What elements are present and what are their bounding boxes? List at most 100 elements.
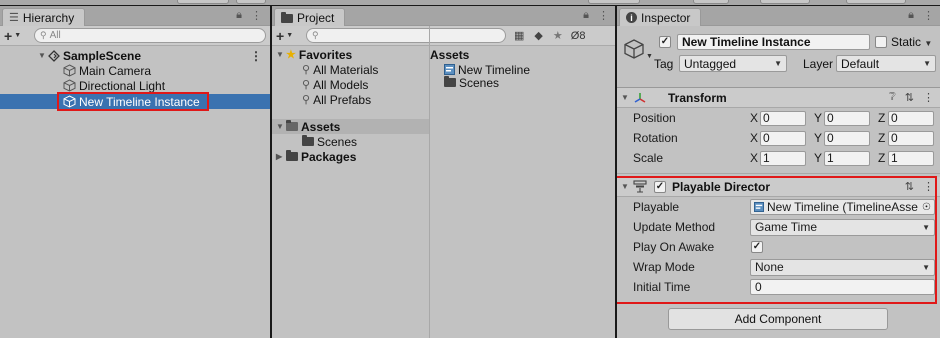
transform-header[interactable]: ▼ Transform ❔︎ ⇅ ⋮	[617, 88, 940, 108]
assets-pane-title-text: Assets	[430, 47, 470, 62]
favorites-item[interactable]: ⚲ All Models	[272, 77, 429, 92]
create-button[interactable]: + ▼	[276, 28, 298, 44]
expand-arrow-icon[interactable]: ▼	[276, 50, 286, 59]
layer-value: Default	[841, 56, 880, 71]
tab-project-label: Project	[297, 10, 335, 25]
project-search-input[interactable]: ⚲	[306, 28, 506, 43]
tab-project[interactable]: Project	[274, 8, 346, 26]
assets-tree-child[interactable]: Scenes	[272, 134, 429, 149]
favorites-row[interactable]: ▼ ★ Favorites	[272, 47, 429, 62]
kebab-menu-icon[interactable]: ⋮	[251, 9, 262, 22]
rotation-y-field[interactable]: 0	[824, 130, 870, 146]
hierarchy-search-input[interactable]: ⚲ All	[34, 28, 266, 43]
favorites-label: Favorites	[298, 47, 353, 62]
hierarchy-item-directional-light[interactable]: Directional Light	[0, 78, 270, 93]
assets-tree-row[interactable]: ▼ Assets	[272, 119, 429, 134]
scene-menu-icon[interactable]: ⋮	[250, 49, 262, 63]
tag-dropdown[interactable]: Untagged ▼	[679, 55, 787, 72]
highlight-box	[57, 92, 209, 111]
x-axis-label[interactable]: X	[750, 151, 760, 165]
scene-row[interactable]: ▼ SampleScene ⋮	[0, 48, 270, 63]
expand-arrow-icon[interactable]: ▼	[276, 122, 286, 131]
expand-arrow-icon[interactable]: ▼	[621, 93, 631, 102]
create-button[interactable]: + ▼	[4, 28, 26, 44]
active-checkbox[interactable]: ✓	[659, 36, 671, 48]
z-axis-label[interactable]: Z	[878, 111, 888, 125]
search-icon: ⚲	[40, 30, 47, 40]
x-axis-label[interactable]: X	[750, 131, 760, 145]
assets-tree-label: Assets	[301, 119, 341, 134]
z-axis-label[interactable]: Z	[878, 151, 888, 165]
prop-label: Scale	[633, 151, 664, 165]
favorites-item[interactable]: ⚲ All Prefabs	[272, 92, 429, 107]
add-component-label: Add Component	[734, 312, 822, 326]
transform-axes-icon	[633, 91, 647, 105]
rotation-z-field[interactable]: 0	[888, 130, 934, 146]
favorites-item-label: All Models	[313, 77, 369, 92]
assets-pane: Assets New Timeline Scenes	[430, 47, 615, 90]
position-y-field[interactable]: 0	[824, 110, 870, 126]
scene-name: SampleScene	[63, 48, 142, 63]
tab-hierarchy[interactable]: ☰ Hierarchy	[2, 8, 86, 26]
asset-item-label: Scenes	[459, 75, 500, 90]
static-checkbox[interactable]	[875, 36, 887, 48]
add-component-button[interactable]: Add Component	[668, 308, 888, 330]
kebab-menu-icon[interactable]: ⋮	[923, 9, 934, 22]
scale-y-field[interactable]: 1	[824, 150, 870, 166]
toolbar-button[interactable]	[846, 0, 906, 4]
search-by-label-icon[interactable]: ◆	[534, 29, 542, 42]
object-name-field[interactable]: New Timeline Instance	[677, 34, 870, 50]
favorites-item-label: All Materials	[313, 62, 379, 77]
x-axis-label[interactable]: X	[750, 111, 760, 125]
presets-icon[interactable]: ⇅	[905, 91, 914, 104]
rotation-x-field[interactable]: 0	[760, 130, 806, 146]
hierarchy-item-main-camera[interactable]: Main Camera	[0, 63, 270, 78]
toolbar-button[interactable]	[236, 0, 266, 4]
favorite-star-icon[interactable]: ★	[553, 29, 563, 42]
search-by-type-icon[interactable]: ▦	[514, 29, 524, 42]
kebab-menu-icon[interactable]: ⋮	[598, 9, 609, 22]
expand-arrow-icon[interactable]: ▼	[38, 51, 48, 60]
hierarchy-item-new-timeline-instance[interactable]: New Timeline Instance	[0, 92, 270, 111]
tab-inspector[interactable]: i Inspector	[619, 8, 702, 26]
gameobject-cube-icon	[623, 38, 645, 63]
z-axis-label[interactable]: Z	[878, 131, 888, 145]
position-x-field[interactable]: 0	[760, 110, 806, 126]
highlight-box	[617, 176, 937, 304]
transform-row-position: Position X 0 Y 0 Z 0	[617, 108, 940, 128]
packages-row[interactable]: ▶ Packages	[272, 149, 429, 164]
static-label: Static	[891, 35, 922, 49]
chevron-down-icon: ▼	[923, 59, 931, 68]
layer-dropdown[interactable]: Default ▼	[836, 55, 936, 72]
gameobject-cube-icon	[63, 64, 76, 77]
hierarchy-list-icon: ☰	[9, 12, 19, 24]
hidden-packages-toggle[interactable]: Ø8	[571, 30, 586, 42]
position-z-field[interactable]: 0	[888, 110, 934, 126]
toolbar-button[interactable]	[760, 0, 810, 4]
favorites-item[interactable]: ⚲ All Materials	[272, 62, 429, 77]
assets-tree-child-label: Scenes	[317, 134, 358, 149]
asset-item-scenes[interactable]: Scenes	[430, 75, 615, 90]
transform-row-scale: Scale X 1 Y 1 Z 1	[617, 148, 940, 168]
toolbar-button[interactable]	[588, 0, 640, 4]
hierarchy-item-label: Directional Light	[79, 78, 166, 93]
toolbar-button[interactable]	[693, 0, 729, 4]
scale-z-field[interactable]: 1	[888, 150, 934, 166]
y-axis-label[interactable]: Y	[814, 111, 824, 125]
inspector-window: i Inspector 🔒︎ ⋮ ▼ ✓ New Timeline Instan…	[617, 6, 940, 338]
y-axis-label[interactable]: Y	[814, 151, 824, 165]
lock-icon[interactable]: 🔒︎	[908, 9, 914, 22]
static-dropdown[interactable]: Static ▼	[891, 35, 932, 49]
search-icon: ⚲	[302, 64, 311, 76]
chevron-down-icon: ▼	[924, 39, 933, 48]
scale-x-field[interactable]: 1	[760, 150, 806, 166]
toolbar-button[interactable]	[177, 0, 229, 4]
kebab-menu-icon[interactable]: ⋮	[923, 91, 934, 104]
help-icon[interactable]: ❔︎	[889, 91, 896, 104]
lock-icon[interactable]: 🔒︎	[236, 9, 242, 22]
y-axis-label[interactable]: Y	[814, 131, 824, 145]
lock-icon[interactable]: 🔒︎	[583, 9, 589, 22]
icon-dropdown-caret[interactable]: ▼	[646, 53, 653, 60]
transform-title: Transform	[668, 90, 727, 105]
collapse-arrow-icon[interactable]: ▶	[276, 152, 286, 161]
